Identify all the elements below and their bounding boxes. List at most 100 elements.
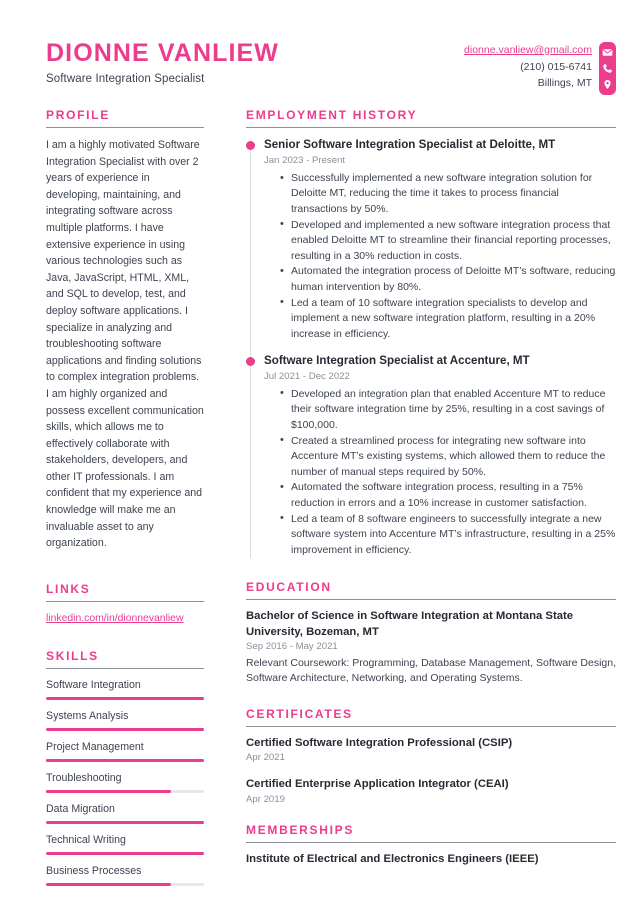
location-pin-icon: [600, 77, 615, 92]
job-bullet: Created a streamlined process for integr…: [280, 433, 616, 480]
links-list: linkedin.com/in/dionnevanliew: [46, 611, 204, 627]
skill-progress-fill: [46, 789, 171, 794]
section-divider: [46, 600, 204, 602]
employment-timeline: Senior Software Integration Specialist a…: [246, 137, 616, 558]
section-title-memberships: MEMBERSHIPS: [246, 823, 355, 837]
skill-progress-track: [46, 727, 204, 732]
skill-progress-track: [46, 851, 204, 856]
contact-icon-rail: [599, 42, 616, 95]
job-bullet: Led a team of 8 software engineers to su…: [280, 511, 616, 558]
skill-item: Project Management: [46, 740, 204, 763]
timeline-line: [249, 141, 251, 558]
contact-block: dionne.vanliew@gmail.com (210) 015-6741 …: [464, 38, 616, 95]
contact-location: Billings, MT: [537, 77, 592, 89]
job-dates: Jul 2021 - Dec 2022: [264, 370, 350, 382]
skill-item: Systems Analysis: [46, 709, 204, 732]
membership-name: Institute of Electrical and Electronics …: [246, 853, 539, 865]
skill-progress-track: [46, 882, 204, 887]
section-title-profile: PROFILE: [46, 108, 110, 122]
skill-progress-track: [46, 696, 204, 701]
timeline-dot-icon: [246, 141, 255, 150]
job-bullet-list: Successfully implemented a new software …: [264, 170, 616, 342]
job-bullet: Successfully implemented a new software …: [280, 170, 616, 217]
skill-progress-track: [46, 820, 204, 825]
skill-progress-fill: [46, 727, 204, 732]
education-entry: Bachelor of Science in Software Integrat…: [246, 609, 616, 687]
skill-progress-track: [46, 789, 204, 794]
resume-page: DIONNE VANLIEW Software Integration Spec…: [0, 0, 640, 905]
employment-entry: Software Integration Specialist at Accen…: [246, 353, 616, 558]
timeline-dot-icon: [246, 356, 255, 366]
section-employment-history: EMPLOYMENT HISTORY Senior Software Integ…: [246, 108, 616, 558]
contact-lines: dionne.vanliew@gmail.com (210) 015-6741 …: [464, 42, 599, 92]
skill-progress-fill: [46, 882, 171, 887]
certificate-entry: Certified Enterprise Application Integra…: [246, 777, 616, 807]
skill-progress-fill: [46, 758, 204, 763]
identity-block: DIONNE VANLIEW Software Integration Spec…: [46, 38, 279, 85]
skill-progress-fill: [46, 696, 204, 701]
skill-item: Business Processes: [46, 864, 204, 887]
education-dates: Sep 2016 - May 2021: [246, 641, 338, 653]
job-bullet: Developed and implemented a new software…: [280, 217, 616, 264]
education-degree: Bachelor of Science in Software Integrat…: [246, 609, 574, 638]
section-title-education: EDUCATION: [246, 579, 332, 594]
resume-header: DIONNE VANLIEW Software Integration Spec…: [0, 0, 640, 108]
employment-entry: Senior Software Integration Specialist a…: [246, 137, 616, 342]
section-divider: [46, 127, 204, 128]
job-title: Software Integration Specialist at Accen…: [264, 353, 530, 367]
section-divider: [46, 667, 204, 669]
skill-label: Data Migration: [46, 802, 115, 815]
skill-label: Business Processes: [46, 864, 142, 877]
certificate-name: Certified Software Integration Professio…: [246, 736, 513, 749]
section-title-certificates: CERTIFICATES: [246, 706, 353, 721]
job-title: Senior Software Integration Specialist a…: [264, 138, 556, 151]
skill-label: Troubleshooting: [46, 771, 122, 784]
certificate-date: Apr 2019: [246, 793, 285, 805]
skill-label: Systems Analysis: [46, 709, 129, 722]
job-bullet: Developed an integration plan that enabl…: [280, 386, 616, 433]
section-divider: [246, 598, 616, 600]
sidebar-column: PROFILE I am a highly motivated Software…: [46, 108, 220, 905]
link-item-linkedin[interactable]: linkedin.com/in/dionnevanliew: [46, 611, 204, 627]
job-bullet-list: Developed an integration plan that enabl…: [264, 386, 616, 558]
membership-entry: Institute of Electrical and Electronics …: [246, 852, 616, 868]
skill-item: Troubleshooting: [46, 771, 204, 794]
profile-text: I am a highly motivated Software Integra…: [46, 139, 204, 550]
education-description: Relevant Coursework: Programming, Databa…: [246, 656, 617, 685]
candidate-job-title: Software Integration Specialist: [46, 72, 205, 85]
main-column: EMPLOYMENT HISTORY Senior Software Integ…: [220, 108, 616, 868]
skill-progress-track: [46, 758, 204, 763]
section-links: LINKS linkedin.com/in/dionnevanliew: [46, 582, 204, 627]
certificate-entry: Certified Software Integration Professio…: [246, 736, 616, 766]
job-bullet: Led a team of 10 software integration sp…: [280, 295, 616, 342]
job-bullet: Automated the software integration proce…: [280, 480, 616, 511]
certificate-date: Apr 2021: [246, 752, 285, 764]
certificate-name: Certified Enterprise Application Integra…: [246, 777, 509, 790]
job-dates: Jan 2023 - Present: [264, 155, 346, 166]
section-title-skills: SKILLS: [46, 648, 99, 663]
section-memberships: MEMBERSHIPS Institute of Electrical and …: [246, 823, 616, 868]
section-education: EDUCATION Bachelor of Science in Softwar…: [246, 580, 616, 687]
section-title-links: LINKS: [46, 581, 91, 596]
section-divider: [246, 127, 616, 128]
section-skills: SKILLS Software Integration Systems Anal…: [46, 649, 204, 887]
job-bullet: Automated the integration process of Del…: [280, 264, 616, 295]
section-divider: [246, 725, 616, 727]
skill-item: Software Integration: [46, 678, 204, 701]
phone-icon: [600, 61, 615, 76]
contact-email[interactable]: dionne.vanliew@gmail.com: [464, 42, 592, 59]
skill-label: Software Integration: [46, 678, 141, 691]
section-profile: PROFILE I am a highly motivated Software…: [46, 108, 204, 552]
section-certificates: CERTIFICATES Certified Software Integrat…: [246, 707, 616, 807]
skill-item: Data Migration: [46, 802, 204, 825]
candidate-name: DIONNE VANLIEW: [46, 39, 279, 67]
contact-phone: (210) 015-6741: [520, 60, 592, 73]
envelope-icon: [600, 45, 615, 60]
skill-progress-fill: [46, 851, 204, 856]
